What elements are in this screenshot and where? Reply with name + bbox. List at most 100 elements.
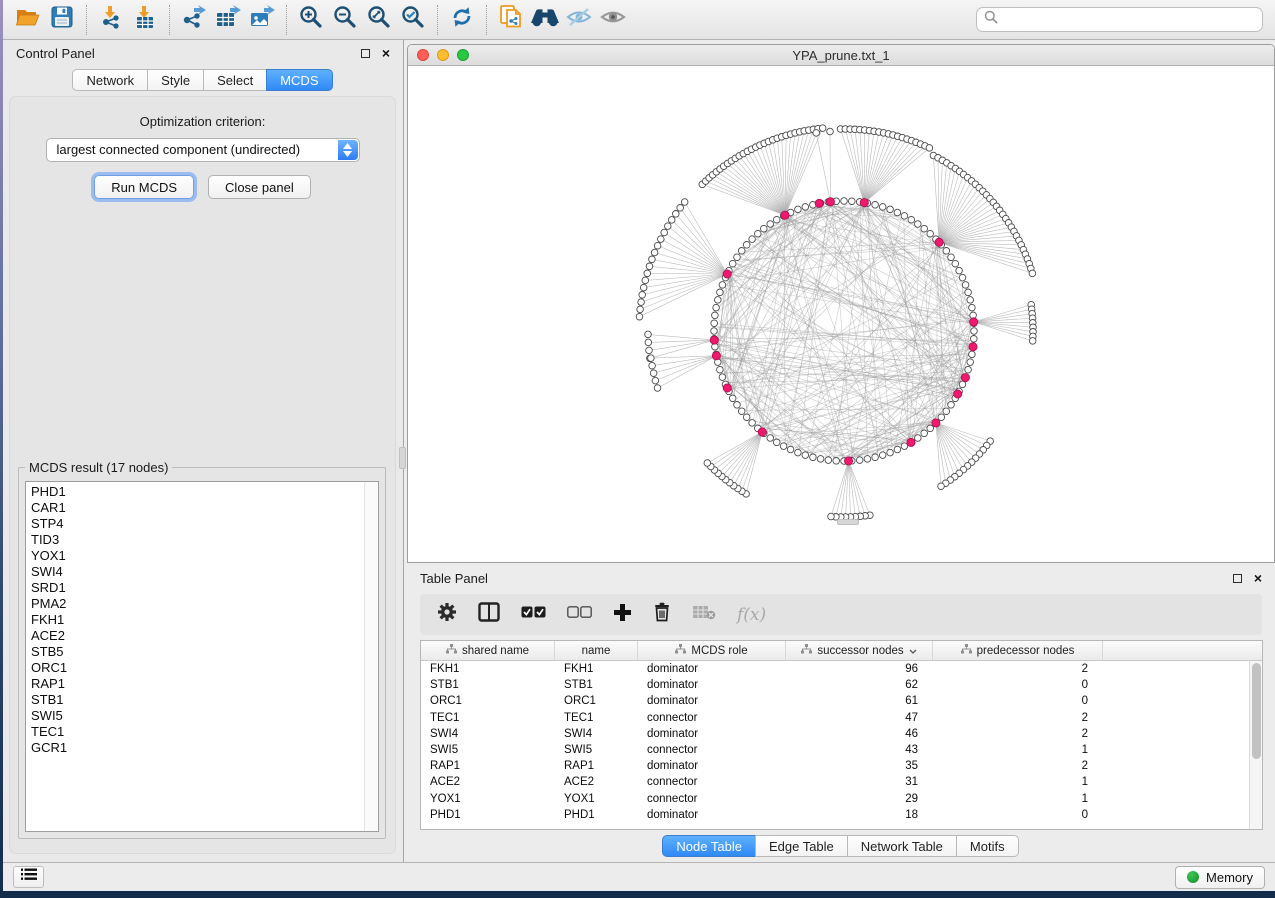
deselect-all-button[interactable] bbox=[567, 606, 592, 624]
graph-node[interactable] bbox=[719, 374, 726, 381]
graph-node[interactable] bbox=[650, 370, 657, 377]
cell-name[interactable]: TEC1 bbox=[555, 712, 638, 724]
graph-node[interactable] bbox=[833, 458, 840, 465]
graph-node[interactable] bbox=[787, 446, 794, 453]
tab-network-table[interactable]: Network Table bbox=[847, 835, 957, 857]
cell-predecessor-nodes[interactable]: 2 bbox=[933, 760, 1103, 772]
cell-shared-name[interactable]: ORC1 bbox=[421, 695, 555, 707]
graph-node[interactable] bbox=[767, 435, 774, 442]
graph-node[interactable] bbox=[967, 359, 974, 366]
cell-successor-nodes[interactable]: 29 bbox=[786, 793, 933, 805]
graph-node[interactable] bbox=[673, 211, 680, 218]
cell-name[interactable]: SWI4 bbox=[555, 728, 638, 740]
graph-node[interactable] bbox=[894, 209, 901, 216]
graph-node[interactable] bbox=[795, 206, 802, 213]
delete-table-button[interactable] bbox=[692, 604, 716, 625]
graph-node[interactable] bbox=[938, 483, 945, 490]
graph-node[interactable] bbox=[971, 328, 978, 335]
table-settings-button[interactable] bbox=[437, 602, 457, 627]
graph-node[interactable] bbox=[749, 420, 756, 427]
graph-node[interactable] bbox=[658, 236, 665, 243]
graph-node[interactable] bbox=[921, 225, 928, 232]
graph-node[interactable] bbox=[645, 339, 652, 346]
graph-node[interactable] bbox=[921, 430, 928, 437]
list-item[interactable]: PMA2 bbox=[31, 596, 378, 612]
graph-node[interactable] bbox=[810, 454, 817, 461]
list-item[interactable]: SRD1 bbox=[31, 580, 378, 596]
cell-successor-nodes[interactable]: 43 bbox=[786, 744, 933, 756]
network-titlebar[interactable]: YPA_prune.txt_1 bbox=[408, 45, 1274, 66]
graph-node[interactable] bbox=[648, 355, 655, 362]
cell-mcds-role[interactable]: dominator bbox=[638, 809, 786, 821]
table-row[interactable]: PHD1PHD1dominator180 bbox=[421, 807, 1262, 823]
cell-mcds-role[interactable]: dominator bbox=[638, 663, 786, 675]
close-panel-button[interactable]: Close panel bbox=[208, 175, 311, 199]
memory-button[interactable]: Memory bbox=[1175, 866, 1265, 889]
graph-node[interactable] bbox=[1029, 338, 1036, 345]
graph-node[interactable] bbox=[817, 456, 824, 463]
graph-node[interactable] bbox=[743, 242, 750, 249]
cell-name[interactable]: RAP1 bbox=[555, 760, 638, 772]
graph-node[interactable] bbox=[729, 260, 736, 267]
cell-successor-nodes[interactable]: 46 bbox=[786, 728, 933, 740]
mcds-hub-node[interactable] bbox=[723, 270, 731, 278]
graph-node[interactable] bbox=[864, 456, 871, 463]
graph-node[interactable] bbox=[967, 297, 974, 304]
cell-name[interactable]: ACE2 bbox=[555, 776, 638, 788]
float-panel-icon[interactable] bbox=[361, 49, 370, 58]
cell-predecessor-nodes[interactable]: 2 bbox=[933, 728, 1103, 740]
mcds-hub-node[interactable] bbox=[969, 343, 977, 351]
search-field[interactable] bbox=[976, 7, 1263, 32]
cell-successor-nodes[interactable]: 61 bbox=[786, 695, 933, 707]
cell-name[interactable]: ORC1 bbox=[555, 695, 638, 707]
run-mcds-button[interactable]: Run MCDS bbox=[94, 175, 194, 199]
table-row[interactable]: ACE2ACE2connector311 bbox=[421, 774, 1262, 790]
graph-node[interactable] bbox=[719, 282, 726, 289]
mcds-hub-node[interactable] bbox=[826, 198, 834, 206]
graph-node[interactable] bbox=[646, 263, 653, 270]
graph-node[interactable] bbox=[959, 381, 966, 388]
cell-mcds-role[interactable]: dominator bbox=[638, 760, 786, 772]
mcds-hub-node[interactable] bbox=[935, 238, 943, 246]
graph-node[interactable] bbox=[645, 331, 652, 338]
toggle-column-panel-button[interactable] bbox=[478, 602, 500, 627]
mcds-hub-node[interactable] bbox=[954, 390, 962, 398]
graph-node[interactable] bbox=[734, 402, 741, 409]
close-panel-icon[interactable]: × bbox=[1254, 573, 1262, 583]
delete-column-button[interactable] bbox=[653, 602, 671, 627]
graph-node[interactable] bbox=[965, 289, 972, 296]
graph-node[interactable] bbox=[849, 198, 856, 205]
cell-shared-name[interactable]: RAP1 bbox=[421, 760, 555, 772]
graph-node[interactable] bbox=[729, 395, 736, 402]
graph-node[interactable] bbox=[636, 313, 643, 320]
mcds-result-list[interactable]: PHD1CAR1STP4TID3YOX1SWI4SRD1PMA2FKH1ACE2… bbox=[25, 481, 379, 832]
cell-mcds-role[interactable]: connector bbox=[638, 793, 786, 805]
close-panel-icon[interactable]: × bbox=[382, 48, 390, 58]
graph-node[interactable] bbox=[644, 270, 651, 277]
graph-node[interactable] bbox=[959, 274, 966, 281]
cell-mcds-role[interactable]: connector bbox=[638, 744, 786, 756]
graph-node[interactable] bbox=[649, 362, 656, 369]
graph-node[interactable] bbox=[649, 256, 656, 263]
graph-node[interactable] bbox=[711, 328, 718, 335]
mcds-hub-node[interactable] bbox=[907, 438, 915, 446]
cell-shared-name[interactable]: SWI4 bbox=[421, 728, 555, 740]
list-item[interactable]: FKH1 bbox=[31, 612, 378, 628]
tab-motifs[interactable]: Motifs bbox=[956, 835, 1019, 857]
cell-mcds-role[interactable]: dominator bbox=[638, 695, 786, 707]
graph-node[interactable] bbox=[665, 223, 672, 230]
graph-node[interactable] bbox=[646, 347, 653, 354]
cell-name[interactable]: SWI5 bbox=[555, 744, 638, 756]
cell-successor-nodes[interactable]: 35 bbox=[786, 760, 933, 772]
task-history-button[interactable] bbox=[13, 866, 44, 888]
graph-node[interactable] bbox=[938, 414, 945, 421]
import-network-button[interactable] bbox=[94, 4, 128, 36]
graph-node[interactable] bbox=[841, 198, 848, 205]
list-item[interactable]: TEC1 bbox=[31, 724, 378, 740]
zoom-in-button[interactable] bbox=[294, 4, 328, 36]
graph-node[interactable] bbox=[661, 229, 668, 236]
graph-node[interactable] bbox=[927, 425, 934, 432]
tab-network[interactable]: Network bbox=[72, 69, 148, 91]
graph-node[interactable] bbox=[856, 457, 863, 464]
graph-node[interactable] bbox=[943, 408, 950, 415]
